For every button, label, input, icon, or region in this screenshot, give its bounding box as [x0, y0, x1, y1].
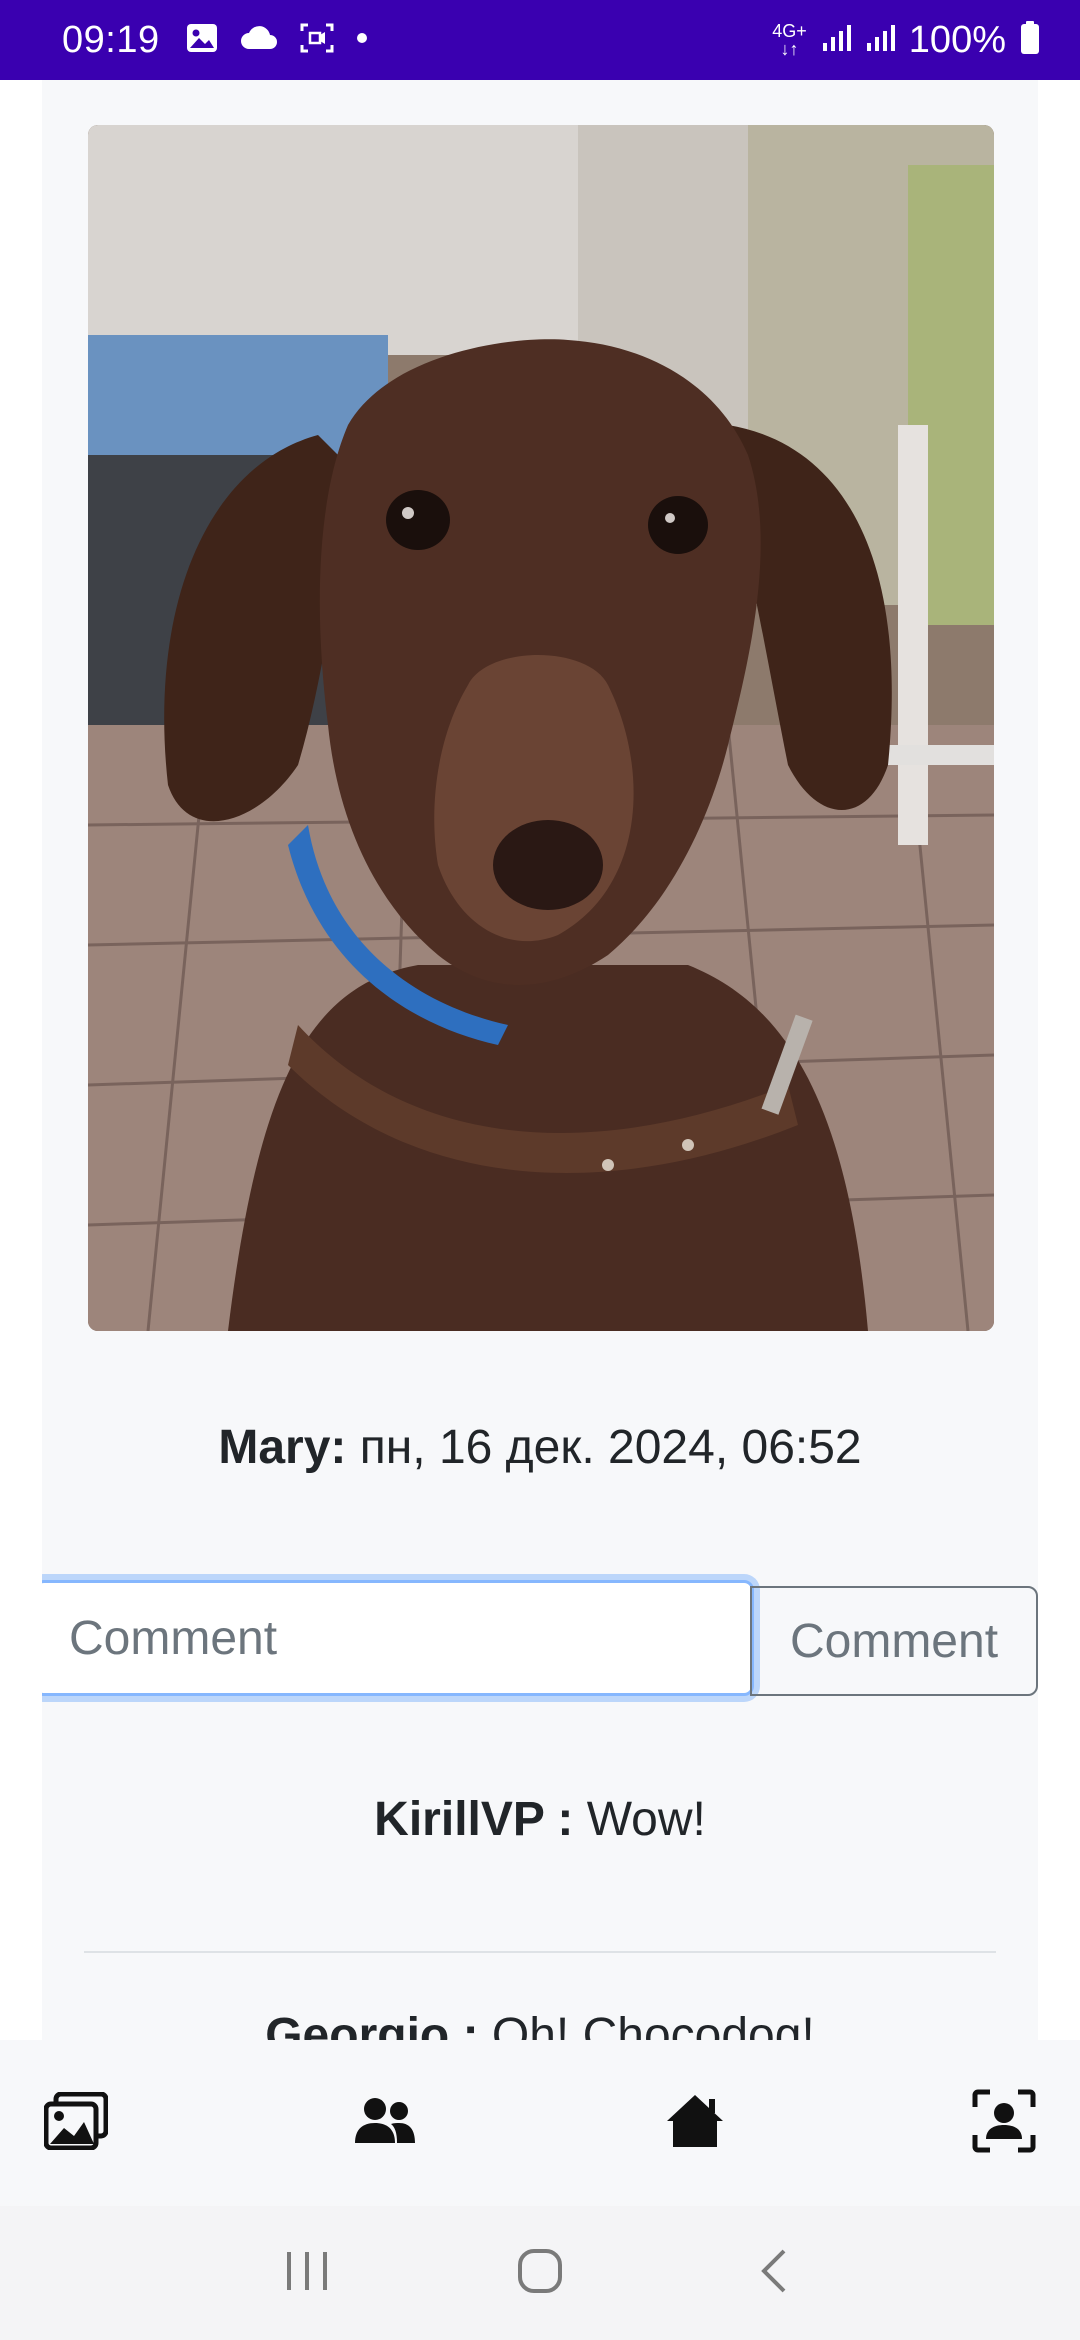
- recents-button[interactable]: [277, 2243, 337, 2303]
- post-author: Mary:: [218, 1421, 347, 1474]
- signal-icon: [865, 23, 895, 58]
- post-meta: Mary: пн, 16 дек. 2024, 06:52: [42, 1420, 1038, 1475]
- post-content: Mary: пн, 16 дек. 2024, 06:52 Comment Ki…: [42, 80, 1038, 2040]
- network-arrows-icon: 4G+ ↓↑: [772, 21, 807, 59]
- comment-item: Georgio : Oh! Chocodog!: [42, 2008, 1038, 2040]
- comment-form: Comment: [42, 1580, 1038, 1696]
- dot-icon: [356, 31, 368, 49]
- recents-icon: [285, 2250, 329, 2297]
- battery-icon: [1020, 20, 1040, 60]
- gallery-icon: [43, 2091, 109, 2155]
- users-icon: [353, 2097, 417, 2150]
- battery-percent: 100%: [908, 18, 1006, 61]
- signal-icon: [821, 23, 851, 58]
- status-bar: 09:19 4G+ ↓↑ 100%: [0, 0, 1080, 80]
- network-type: 4G+: [772, 21, 807, 41]
- comment-text: Oh! Chocodog!: [491, 2009, 815, 2040]
- nav-profile-button[interactable]: [970, 2089, 1038, 2157]
- system-back-button[interactable]: [743, 2243, 803, 2303]
- bottom-nav: [0, 2040, 1080, 2206]
- home-circle-icon: [517, 2248, 563, 2299]
- image-icon: [186, 23, 218, 58]
- nav-gallery-button[interactable]: [42, 2089, 110, 2157]
- status-left-icons: [186, 23, 368, 58]
- comment-submit-button[interactable]: Comment: [750, 1586, 1038, 1696]
- screen-record-icon: [300, 23, 334, 58]
- comment-divider: [84, 1951, 996, 1953]
- comment-item: KirillVP : Wow!: [42, 1792, 1038, 1847]
- post-photo: [88, 125, 994, 1331]
- post-date: пн, 16 дек. 2024, 06:52: [359, 1421, 862, 1474]
- status-right-icons: 4G+ ↓↑ 100%: [772, 19, 1040, 62]
- comment-text: Wow!: [586, 1793, 706, 1846]
- home-icon: [665, 2093, 725, 2154]
- system-home-button[interactable]: [510, 2243, 570, 2303]
- system-nav-bar: [0, 2206, 1080, 2340]
- nav-home-button[interactable]: [661, 2089, 729, 2157]
- back-icon: [758, 2248, 788, 2299]
- nav-users-button[interactable]: [351, 2089, 419, 2157]
- comment-author: KirillVP :: [374, 1793, 574, 1846]
- status-time: 09:19: [62, 18, 160, 61]
- comment-input[interactable]: [42, 1580, 754, 1696]
- comment-author: Georgio :: [265, 2009, 479, 2040]
- cloud-icon: [240, 25, 278, 56]
- profile-icon: [972, 2089, 1036, 2158]
